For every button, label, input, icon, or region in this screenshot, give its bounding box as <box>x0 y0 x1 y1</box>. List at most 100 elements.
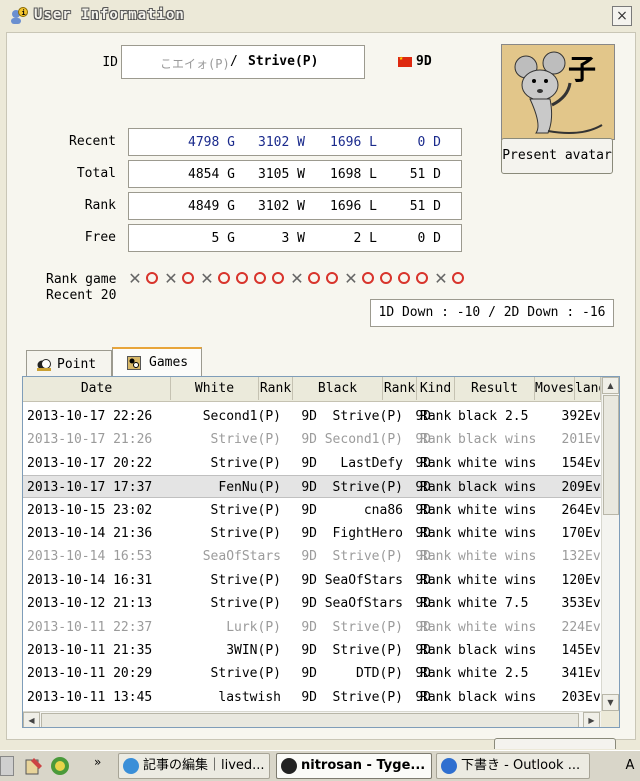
stat-l: 1696 L <box>330 199 377 214</box>
table-row[interactable]: 2013-10-17 22:26 Second1(P) 9D Strive(P) 9D R… <box>23 405 601 428</box>
cell-kind: Rank <box>420 480 452 496</box>
app-icon <box>441 758 457 774</box>
scroll-left-icon[interactable]: ◀ <box>23 712 40 727</box>
table-row[interactable]: 2013-10-15 23:02 Strive(P) 9D cna86 9D Rank wh… <box>23 499 601 522</box>
col-black[interactable]: Black <box>293 377 383 400</box>
close-button[interactable]: × <box>612 6 632 26</box>
vertical-scrollbar[interactable]: ▲ ▼ <box>601 377 619 711</box>
cell-white: 3WIN(P) <box>226 643 281 658</box>
cell-date: 2013-10-17 21:26 <box>27 432 153 448</box>
stat-l: 1696 L <box>330 135 377 150</box>
table-row[interactable]: 2013-10-17 21:26 Strive(P) 9D Second1(P) 9D R… <box>23 428 601 451</box>
window-title: User Information <box>34 7 185 23</box>
taskbar-item-label: nitrosan - Tyge... <box>301 758 426 773</box>
cell-kind: Rank <box>420 643 452 658</box>
point-icon <box>37 359 51 371</box>
stat-l: 1698 L <box>330 167 377 182</box>
table-row[interactable]: 2013-10-11 21:35 3WIN(P) 9D Strive(P) 9D Rank… <box>23 639 601 662</box>
user-rank: 9D <box>416 54 432 69</box>
cell-moves: 224 <box>561 619 585 635</box>
cell-date: 2013-10-17 22:26 <box>27 409 153 424</box>
stat-box-total: 4854 G 3105 W 1698 L 51 D <box>128 160 462 188</box>
taskbar-item[interactable]: 記事の編集｜lived... <box>118 753 270 779</box>
loss-cross-icon: ✕ <box>200 269 214 288</box>
win-circle-icon <box>306 270 324 288</box>
user-info-icon: i <box>11 7 28 24</box>
cell-moves: 120 <box>561 572 585 588</box>
cell-moves: 170 <box>561 526 585 541</box>
tab-point[interactable]: Point <box>26 350 112 377</box>
scroll-down-icon[interactable]: ▼ <box>602 694 619 711</box>
cell-white: Lurk(P) <box>226 619 281 635</box>
games-icon <box>127 356 141 370</box>
win-circle-icon <box>144 270 162 288</box>
col-moves[interactable]: Moves <box>535 377 575 400</box>
desktop-icon[interactable] <box>0 756 14 776</box>
horizontal-scrollbar[interactable]: ◀ ▶ <box>23 711 601 727</box>
win-circle-icon <box>378 270 396 288</box>
table-row[interactable]: 2013-10-17 20:22 Strive(P) 9D LastDefy 9D Ran… <box>23 452 601 475</box>
cell-date: 2013-10-11 22:37 <box>27 619 153 635</box>
stat-d: 0 D <box>417 231 441 246</box>
cell-date: 2013-10-11 21:35 <box>27 643 153 658</box>
table-header: Date White Rank Black Rank Kind Result M… <box>23 377 601 402</box>
scroll-up-icon[interactable]: ▲ <box>602 377 619 394</box>
games-table: Date White Rank Black Rank Kind Result M… <box>22 376 620 728</box>
svg-text:子: 子 <box>568 53 596 86</box>
col-land[interactable]: land <box>575 377 601 400</box>
col-kind[interactable]: Kind <box>417 377 455 400</box>
table-row[interactable]: 2013-10-14 16:31 Strive(P) 9D SeaOfStars 9D R… <box>23 569 601 592</box>
id-field: こエイォ(P) / Strive(P) <box>121 45 365 79</box>
cell-white: Strive(P) <box>210 572 281 588</box>
cell-kind: Rank <box>420 619 452 635</box>
taskbar-item[interactable]: 下書き - Outlook ... <box>436 753 590 779</box>
col-date[interactable]: Date <box>23 377 171 400</box>
stat-w: 3 W <box>281 231 305 246</box>
horizontal-scroll-thumb[interactable] <box>41 713 579 727</box>
stat-w: 3102 W <box>258 135 305 150</box>
tray-indicator[interactable]: A <box>620 751 640 781</box>
win-circle-icon <box>396 270 414 288</box>
col-white-rank[interactable]: Rank <box>259 377 293 400</box>
paint-icon[interactable] <box>24 756 44 776</box>
table-row[interactable]: 2013-10-12 21:13 Strive(P) 9D SeaOfStars 9D R… <box>23 592 601 615</box>
col-result[interactable]: Result <box>455 377 535 400</box>
win-circle-icon <box>324 270 342 288</box>
table-row[interactable]: 2013-10-11 20:29 Strive(P) 9D DTD(P) 9D Rank w… <box>23 662 601 685</box>
stat-l: 2 L <box>353 231 377 246</box>
win-circle-icon <box>360 270 378 288</box>
present-avatar-button[interactable]: Present avatar <box>501 138 613 174</box>
table-row[interactable]: 2013-10-14 21:36 Strive(P) 9D FightHero 9D Ra… <box>23 522 601 545</box>
loss-cross-icon: ✕ <box>290 269 304 288</box>
cell-moves: 132 <box>561 549 585 565</box>
stat-box-rank: 4849 G 3102 W 1696 L 51 D <box>128 192 462 220</box>
col-black-rank[interactable]: Rank <box>383 377 417 400</box>
chevron-right-icon[interactable]: » <box>94 755 101 769</box>
cell-black: Strive(P) <box>332 409 403 424</box>
table-row[interactable]: 2013-10-11 22:37 Lurk(P) 9D Strive(P) 9D Rank… <box>23 616 601 639</box>
taskbar-item[interactable]: nitrosan - Tyge... <box>276 753 432 779</box>
cell-moves: 201 <box>561 432 585 448</box>
stat-d: 0 D <box>417 135 441 150</box>
cell-white: FenNu(P) <box>218 480 281 496</box>
scroll-right-icon[interactable]: ▶ <box>583 712 600 727</box>
vertical-scroll-thumb[interactable] <box>603 395 619 515</box>
table-row[interactable]: 2013-10-11 13:45 lastwish 9D Strive(P) 9D Ran… <box>23 686 601 709</box>
cell-kind: Rank <box>420 572 452 588</box>
stat-box-free: 5 G 3 W 2 L 0 D <box>128 224 462 252</box>
tab-games[interactable]: Games <box>112 347 202 377</box>
table-row[interactable]: 2013-10-17 17:37 FenNu(P) 9D Strive(P) 9D Ran… <box>23 475 601 499</box>
col-white[interactable]: White <box>171 377 259 400</box>
cell-black: Second1(P) <box>324 432 403 448</box>
stat-label-recent: Recent <box>69 134 116 149</box>
svg-text:i: i <box>21 9 25 17</box>
cell-moves: 209 <box>561 480 585 496</box>
tab-point-label: Point <box>57 357 97 372</box>
cell-black: Strive(P) <box>332 480 403 496</box>
rank-down-info: 1D Down : -10 / 2D Down : -16 <box>370 299 614 327</box>
id-separator: / <box>230 54 238 69</box>
table-row[interactable]: 2013-10-14 16:53 SeaOfStars 9D Strive(P) 9D R… <box>23 545 601 568</box>
hidden-button[interactable] <box>494 738 616 749</box>
cell-black: FightHero <box>332 526 403 541</box>
app-quick-icon[interactable] <box>50 756 70 776</box>
